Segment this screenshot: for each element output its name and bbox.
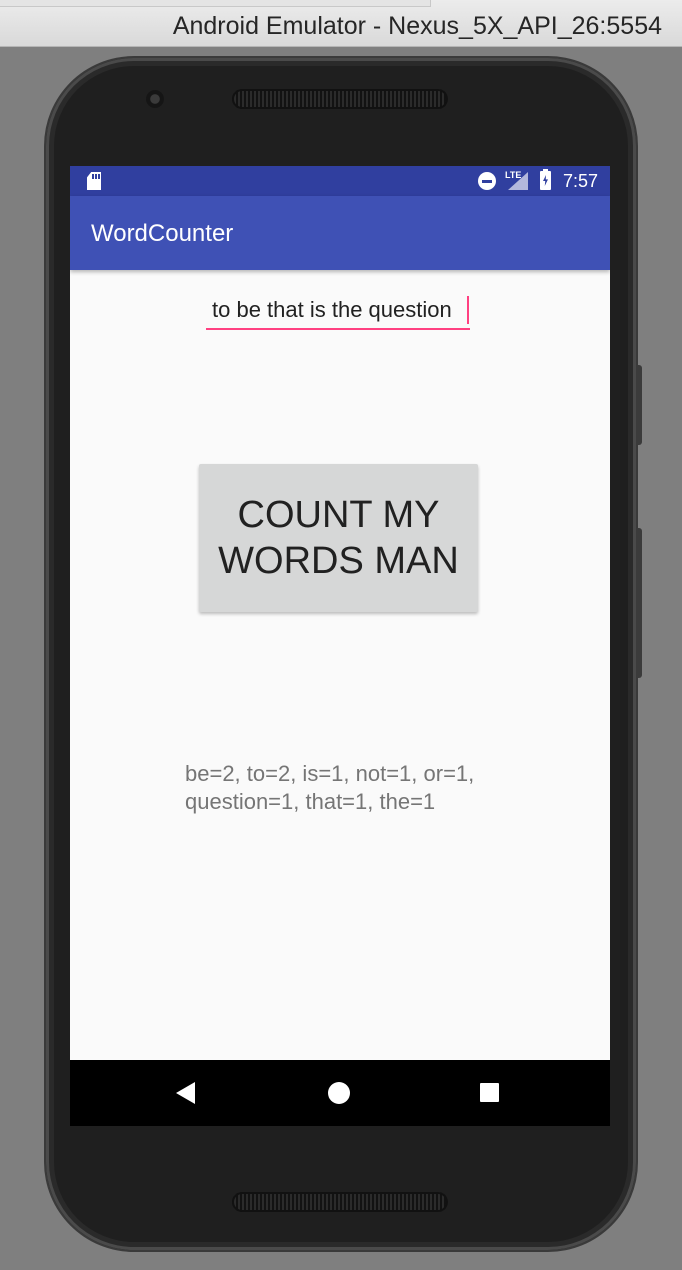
navigation-bar xyxy=(70,1060,610,1126)
sd-card-icon xyxy=(87,172,101,190)
word-input[interactable] xyxy=(206,292,470,328)
emulator-window-title: Android Emulator - Nexus_5X_API_26:5554 xyxy=(172,12,662,40)
network-type-label: LTE xyxy=(505,170,522,180)
text-cursor xyxy=(467,296,469,324)
result-line1: be=2, to=2, is=1, not=1, or=1, xyxy=(185,761,475,786)
result-line2: question=1, that=1, the=1 xyxy=(185,789,436,814)
power-button[interactable] xyxy=(636,365,642,445)
app-title: WordCounter xyxy=(91,220,234,247)
title-bar-tab-edge xyxy=(0,0,431,7)
status-bar: LTE 7:57 xyxy=(70,166,610,196)
bottom-speaker-grille xyxy=(232,1192,448,1212)
word-input-container xyxy=(206,292,470,332)
count-words-button[interactable]: COUNT MY WORDS MAN xyxy=(199,464,478,612)
count-button-label-line2: WORDS MAN xyxy=(218,540,459,582)
emulator-title-bar: Android Emulator - Nexus_5X_API_26:5554 xyxy=(0,0,682,47)
home-icon[interactable] xyxy=(328,1082,350,1104)
do-not-disturb-icon xyxy=(478,172,496,190)
battery-charging-icon xyxy=(540,169,551,190)
front-camera xyxy=(146,90,164,108)
top-speaker-grille xyxy=(232,89,448,109)
recents-icon[interactable] xyxy=(480,1083,499,1102)
status-clock: 7:57 xyxy=(562,171,598,191)
volume-button[interactable] xyxy=(636,528,642,678)
device-screen: LTE 7:57 WordCounter COUNT MY WORDS MAN … xyxy=(70,166,610,1126)
count-button-label-line1: COUNT MY xyxy=(237,494,440,536)
app-toolbar: WordCounter xyxy=(70,196,610,270)
back-icon[interactable] xyxy=(176,1082,195,1104)
input-underline xyxy=(206,328,470,330)
word-count-result: be=2, to=2, is=1, not=1, or=1, question=… xyxy=(185,760,505,816)
